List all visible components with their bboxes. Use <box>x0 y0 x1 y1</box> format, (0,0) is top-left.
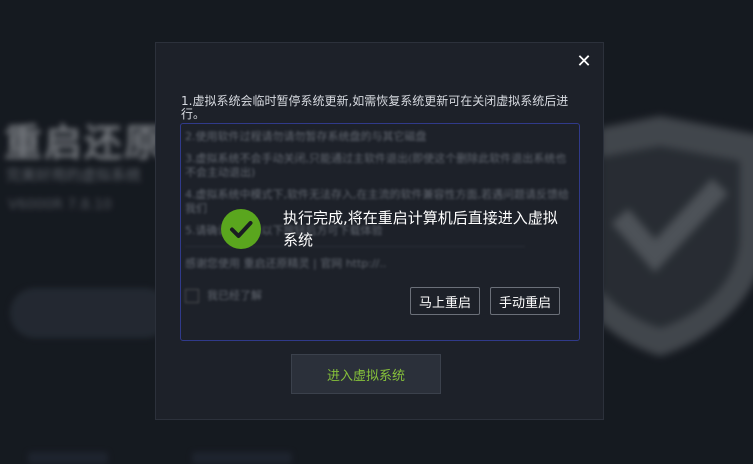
manual-restart-button[interactable]: 手动重启 <box>490 287 560 315</box>
completion-popup: 执行完成,将在重启计算机后直接进入虚拟系统 马上重启 手动重启 <box>201 182 571 332</box>
restart-now-button[interactable]: 马上重启 <box>410 287 480 315</box>
agree-checkbox[interactable] <box>185 289 199 303</box>
popup-message: 执行完成,将在重启计算机后直接进入虚拟系统 <box>283 209 558 249</box>
terms-line: 2.使用软件过程请勿请勿暂存系统盘的与其它磁盘 <box>185 130 427 143</box>
check-circle-icon <box>221 209 261 249</box>
enter-virtual-system-button[interactable]: 进入虚拟系统 <box>291 354 441 394</box>
close-icon[interactable]: ✕ <box>575 53 593 71</box>
notice-text: 1.虚拟系统会临时暂停系统更新,如需恢复系统更新可在关闭虚拟系统后进行。 <box>181 94 569 121</box>
terms-line: 3.虚拟系统不会手动关闭,只能通过主软件退出(即使这个删除此软件退出系统也不会主… <box>185 152 567 179</box>
